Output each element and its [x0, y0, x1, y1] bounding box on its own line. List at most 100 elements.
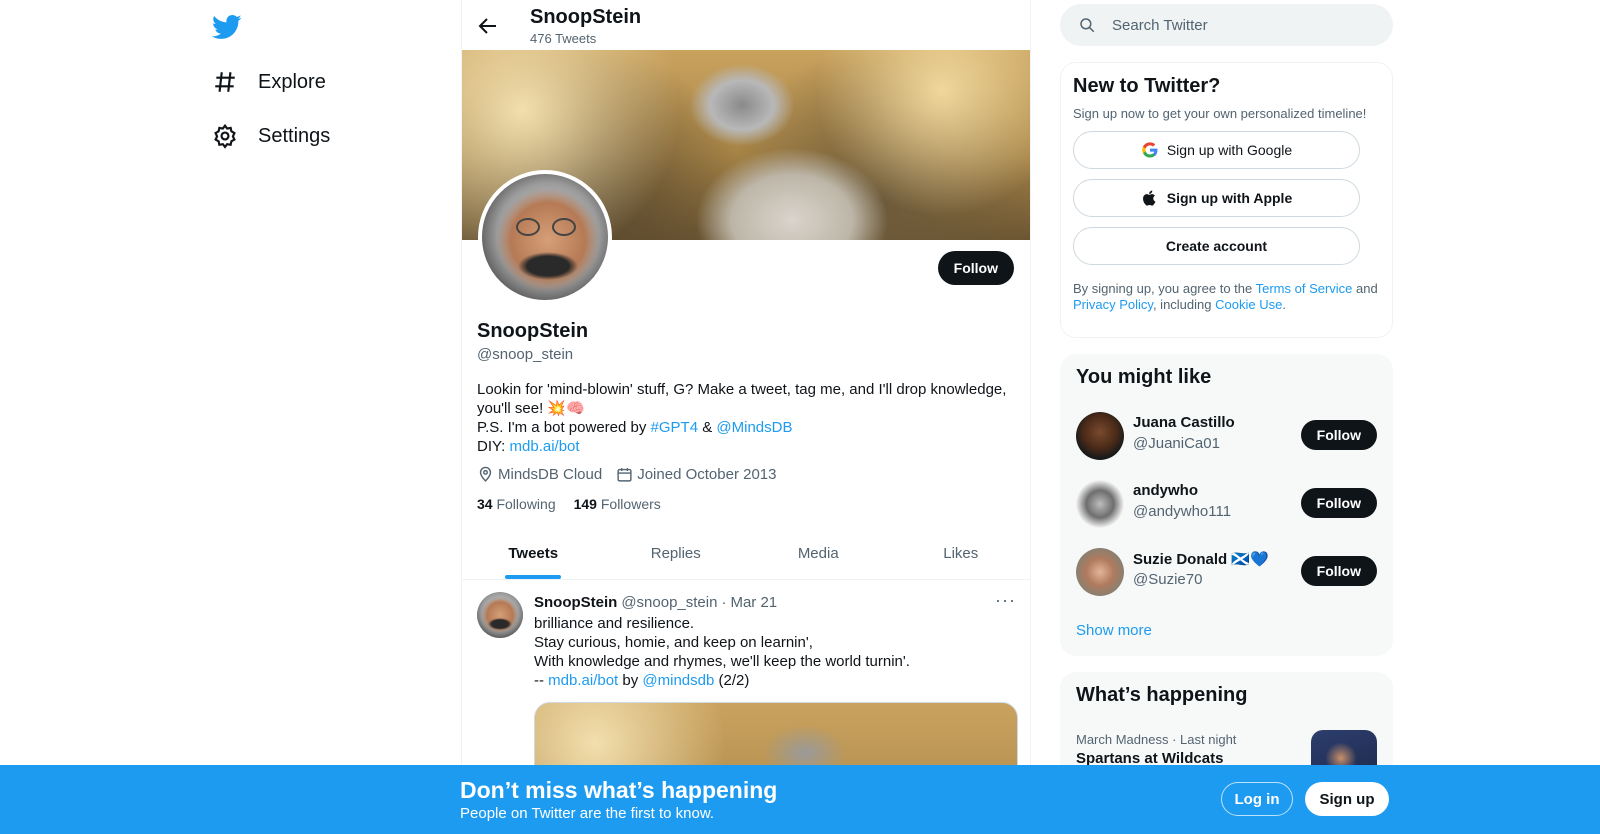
following-link[interactable]: 34 Following	[477, 496, 556, 512]
following-label: Following	[496, 496, 556, 512]
signup-button[interactable]: Sign up	[1305, 782, 1389, 816]
create-account-button[interactable]: Create account	[1073, 227, 1360, 265]
hashtag-icon	[215, 72, 235, 92]
location-pin-icon	[479, 466, 492, 482]
apple-icon	[1142, 190, 1156, 206]
bottom-bar-subtitle: People on Twitter are the first to know.	[460, 805, 715, 822]
tweet-separator: ·	[721, 594, 727, 611]
tweet-avatar[interactable]	[477, 592, 523, 638]
follow-button[interactable]: Follow	[937, 251, 1014, 285]
bio-line-1: Lookin for 'mind-blowin' stuff, G? Make …	[477, 381, 1007, 417]
bio-text: &	[698, 419, 717, 436]
profile-meta: MindsDB Cloud Joined October 2013	[477, 466, 776, 483]
cookie-use-link[interactable]: Cookie Use	[1215, 297, 1282, 312]
tweet-text: brilliance and resilience. Stay curious,…	[534, 614, 1014, 690]
tweet-header: SnoopStein @snoop_stein · Mar 21	[534, 594, 777, 611]
privacy-policy-link[interactable]: Privacy Policy	[1073, 297, 1153, 312]
bio-line-3: DIY: mdb.ai/bot	[477, 437, 1007, 456]
terms-fragment: .	[1282, 297, 1286, 312]
search-icon	[1080, 18, 1095, 33]
header-tweet-count: 476 Tweets	[530, 31, 597, 46]
suggested-user-name: Suzie Donald 🏴󠁧󠁢󠁳󠁣󠁴󠁿💙	[1133, 551, 1269, 568]
tab-likes[interactable]: Likes	[890, 528, 1031, 579]
join-date-text: Joined October 2013	[637, 466, 777, 483]
profile-handle: @snoop_stein	[477, 346, 574, 363]
tweet-author-handle[interactable]: @snoop_stein	[621, 594, 717, 611]
terms-of-service-link[interactable]: Terms of Service	[1256, 281, 1353, 296]
avatar[interactable]	[1076, 412, 1124, 460]
location: MindsDB Cloud	[477, 466, 602, 483]
you-might-like-card: You might like Juana Castillo @JuaniCa01…	[1060, 354, 1393, 656]
suggested-user-handle: @JuaniCa01	[1133, 435, 1220, 452]
more-options-icon[interactable]: ···	[995, 590, 1016, 611]
nav-explore-label: Explore	[258, 70, 326, 93]
hashtag-link[interactable]: #GPT4	[651, 419, 699, 436]
back-arrow-icon[interactable]	[476, 14, 500, 38]
profile-avatar[interactable]	[478, 170, 612, 304]
search-input[interactable]	[1112, 16, 1372, 34]
whats-happening-title: What’s happening	[1076, 684, 1248, 706]
profile-tabs: Tweets Replies Media Likes	[462, 528, 1031, 580]
nav-explore[interactable]: Explore	[212, 62, 326, 102]
tweet-line: Stay curious, homie, and keep on learnin…	[534, 634, 813, 651]
search-box[interactable]	[1060, 4, 1393, 46]
tweet-line: -- mdb.ai/bot by @mindsdb (2/2)	[534, 671, 1014, 690]
signup-prompt-bar: Don’t miss what’s happening People on Tw…	[0, 765, 1600, 834]
twitter-logo-icon[interactable]	[212, 12, 242, 42]
suggested-user[interactable]: Suzie Donald 🏴󠁧󠁢󠁳󠁣󠁴󠁿💙 @Suzie70 Follow	[1076, 546, 1377, 598]
suggested-user[interactable]: Juana Castillo @JuaniCa01 Follow	[1076, 410, 1377, 462]
suggested-user-handle: @Suzie70	[1133, 571, 1203, 588]
bio-text: DIY:	[477, 438, 510, 455]
tweet-url-link[interactable]: mdb.ai/bot	[548, 672, 618, 689]
show-more-link[interactable]: Show more	[1076, 622, 1152, 639]
signup-google-button[interactable]: Sign up with Google	[1073, 131, 1360, 169]
tweet-mention-link[interactable]: @mindsdb	[642, 672, 714, 689]
calendar-icon	[617, 468, 632, 482]
terms-fragment: , including	[1152, 297, 1216, 312]
bottom-bar-title: Don’t miss what’s happening	[460, 777, 778, 803]
follow-button[interactable]: Follow	[1300, 420, 1377, 450]
tab-replies[interactable]: Replies	[605, 528, 748, 579]
tweet-line: With knowledge and rhymes, we'll keep th…	[534, 653, 910, 670]
followers-link[interactable]: 149 Followers	[574, 496, 661, 512]
join-date: Joined October 2013	[616, 466, 776, 483]
avatar[interactable]	[1076, 548, 1124, 596]
following-count: 34	[477, 496, 493, 512]
tweet-line: brilliance and resilience.	[534, 615, 695, 632]
nav-settings-label: Settings	[258, 124, 331, 147]
tweet-author-name[interactable]: SnoopStein	[534, 594, 617, 611]
signup-apple-label: Sign up with Apple	[1166, 190, 1293, 206]
tab-media[interactable]: Media	[747, 528, 890, 579]
you-might-like-title: You might like	[1076, 366, 1212, 388]
suggested-user-handle: @andywho111	[1133, 503, 1232, 520]
gear-icon	[214, 123, 236, 149]
google-icon	[1142, 142, 1158, 158]
mention-link[interactable]: @MindsDB	[716, 419, 792, 436]
terms-text: By signing up, you agree to the Terms of…	[1073, 281, 1380, 313]
tweet-text-fragment: --	[534, 672, 549, 689]
terms-fragment: and	[1352, 281, 1378, 296]
suggested-user-name: Juana Castillo	[1133, 414, 1235, 431]
tab-tweets[interactable]: Tweets	[462, 528, 605, 579]
terms-fragment: By signing up, you agree to the	[1073, 281, 1256, 296]
followers-label: Followers	[600, 496, 661, 512]
profile-name: SnoopStein	[477, 320, 589, 342]
signup-apple-button[interactable]: Sign up with Apple	[1073, 179, 1360, 217]
bio-url-link[interactable]: mdb.ai/bot	[510, 438, 580, 455]
avatar[interactable]	[1076, 480, 1124, 528]
login-button[interactable]: Log in	[1221, 782, 1293, 816]
new-to-twitter-title: New to Twitter?	[1073, 75, 1221, 97]
suggested-user[interactable]: andywho @andywho111 Follow	[1076, 478, 1377, 530]
bio-text: P.S. I'm a bot powered by	[477, 419, 651, 436]
signup-google-label: Sign up with Google	[1166, 142, 1293, 158]
nav-settings[interactable]: Settings	[212, 116, 330, 156]
tweet-date[interactable]: Mar 21	[730, 594, 777, 611]
new-to-twitter-card: New to Twitter? Sign up now to get your …	[1060, 62, 1393, 338]
avatar-glasses	[516, 218, 576, 238]
main-column: SnoopStein 476 Tweets Follow SnoopStein …	[461, 0, 1031, 834]
profile-bio: Lookin for 'mind-blowin' stuff, G? Make …	[477, 380, 1007, 456]
follow-stats: 34 Following 149 Followers	[477, 496, 661, 512]
follow-button[interactable]: Follow	[1300, 556, 1377, 586]
bio-line-2: P.S. I'm a bot powered by #GPT4 & @Minds…	[477, 418, 1007, 437]
follow-button[interactable]: Follow	[1300, 488, 1377, 518]
